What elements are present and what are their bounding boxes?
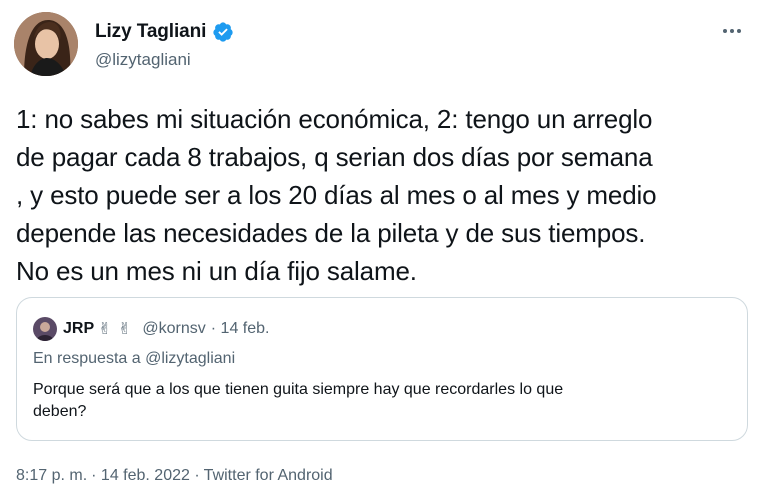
quote-date: · 14 feb. [210,320,270,337]
quote-text-body: Porque será que a los que tienen guita s… [33,381,564,420]
quote-reply-context: En respuesta a @lizytagliani [33,350,235,368]
avatar-image [14,12,78,76]
quote-author-name[interactable]: JRP [63,320,94,338]
quote-emoji: ✌ ✌ [98,321,133,338]
quote-handle[interactable]: @kornsv [142,320,205,338]
dot [730,29,734,33]
tweet-date[interactable]: · 14 feb. 2022 · [91,467,200,485]
quoted-tweet[interactable]: JRP ✌ ✌ @kornsv · 14 feb. En respuesta a… [16,297,748,441]
verified-badge-icon [212,21,234,43]
tweet-text: 1: no sabes mi situación económica, 2: t… [16,104,657,286]
reply-prefix: En respuesta a [33,350,141,367]
author-avatar[interactable] [14,12,78,76]
author-display-name[interactable]: Lizy Tagliani [95,21,206,43]
tweet-card: Lizy Tagliani @lizytagliani 1: no sabes … [0,0,767,497]
author-info: Lizy Tagliani @lizytagliani [95,20,234,70]
author-handle[interactable]: @lizytagliani [95,50,234,70]
dot [723,29,727,33]
dot [737,29,741,33]
quote-header: JRP ✌ ✌ @kornsv · 14 feb. [33,317,269,341]
tweet-time[interactable]: 8:17 p. m. [16,467,87,485]
quote-text: Porque será que a los que tienen guita s… [33,379,723,423]
tweet-meta: 8:17 p. m. · 14 feb. 2022 · Twitter for … [16,467,333,485]
quote-avatar[interactable] [33,317,57,341]
tweet-source[interactable]: Twitter for Android [204,467,333,485]
reply-mention[interactable]: @lizytagliani [145,350,235,367]
name-row: Lizy Tagliani [95,20,234,44]
more-dots-icon[interactable] [717,18,747,44]
